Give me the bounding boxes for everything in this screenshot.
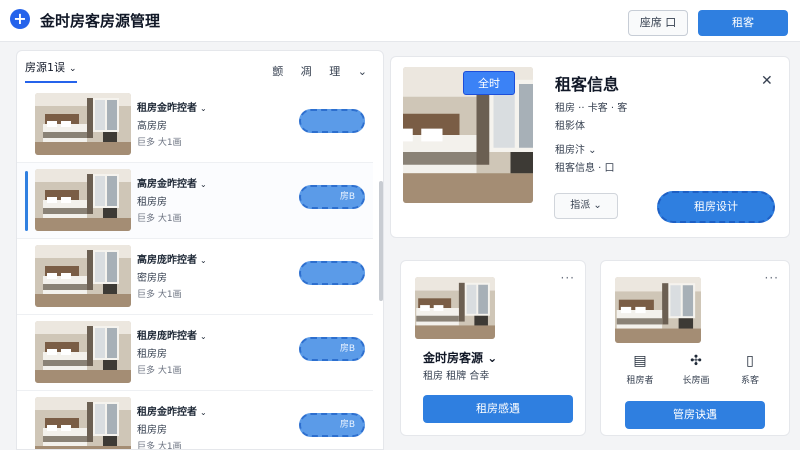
chevron-down-icon[interactable]: ⌄ bbox=[354, 65, 367, 78]
feature-label: 系客 bbox=[740, 376, 759, 386]
item-title: 租房庞昨控者 ⌄ bbox=[137, 327, 207, 342]
listing-list: 租房金昨控者 ⌄ 高房房 巨多 大1画 高房金昨控者 ⌄ 租房房 巨多 大1画 房B… bbox=[17, 87, 373, 450]
status-badge[interactable] bbox=[299, 109, 365, 133]
item-meta: 巨多 大1画 bbox=[137, 214, 182, 224]
assign-label: 指派 bbox=[570, 200, 591, 211]
chevron-down-icon: ⌄ bbox=[69, 64, 77, 74]
item-title: 高房金昨控者 ⌄ bbox=[137, 175, 207, 190]
item-meta: 巨多 大1画 bbox=[137, 138, 182, 148]
item-type: 高房房 bbox=[137, 121, 167, 132]
item-type: 租房房 bbox=[137, 349, 167, 360]
feature-label: 长房画 bbox=[682, 376, 710, 386]
list-item[interactable]: 高房庞昨控者 ⌄ 密房房 巨多 大1画 bbox=[17, 239, 373, 315]
item-title-text: 租房庞昨控者 bbox=[137, 331, 197, 342]
item-type: 租房房 bbox=[137, 425, 167, 436]
card-title-text: 金时房客源 bbox=[423, 351, 484, 365]
card-title: 金时房客源 ⌄ bbox=[423, 349, 497, 366]
room-design-button[interactable]: 租房设计 bbox=[657, 191, 775, 223]
room-thumbnail bbox=[35, 321, 131, 383]
list-item[interactable]: 租房金昨控者 ⌄ 高房房 巨多 大1画 bbox=[17, 87, 373, 163]
room-thumbnail bbox=[35, 93, 131, 155]
chevron-down-icon[interactable]: ⌄ bbox=[200, 180, 207, 189]
detail-line-text: 租房汴 bbox=[555, 145, 585, 156]
detail-line: 租房汴 ⌄ bbox=[555, 141, 597, 156]
status-badge[interactable] bbox=[299, 261, 365, 285]
more-icon[interactable]: ··· bbox=[561, 271, 575, 285]
item-meta: 巨多 大1画 bbox=[137, 290, 182, 300]
seat-button[interactable]: 座席 口 bbox=[628, 10, 688, 36]
room-photo bbox=[615, 277, 701, 343]
status-badge[interactable]: 房B bbox=[299, 413, 365, 437]
feature-item[interactable]: ▤ 租房者 bbox=[615, 353, 665, 386]
tab-listings[interactable]: 房源1误 ⌄ bbox=[25, 59, 77, 83]
chevron-down-icon[interactable]: ⌄ bbox=[200, 104, 207, 113]
tab-listings-label: 房源1误 bbox=[25, 61, 65, 74]
chevron-down-icon[interactable]: ⌄ bbox=[200, 256, 207, 265]
listing-card: ··· 金时房客源 ⌄ 租房 租牌 合幸 租房感遇 bbox=[400, 260, 586, 436]
room-thumbnail bbox=[35, 397, 131, 450]
item-meta: 巨多 大1画 bbox=[137, 442, 182, 450]
close-icon[interactable]: ✕ bbox=[761, 73, 773, 89]
assign-dropdown[interactable]: 指派 ⌄ bbox=[554, 193, 618, 219]
filter-bar: 颤 凋 理 ⌄ bbox=[258, 63, 367, 79]
feature-item[interactable]: ✣ 长房画 bbox=[671, 353, 721, 386]
item-title: 租房金昨控者 ⌄ bbox=[137, 99, 207, 114]
filter-3[interactable]: 理 bbox=[329, 65, 340, 78]
detail-line: 租客信息 · 口 bbox=[555, 163, 615, 174]
app-title: 金时房客房源管理 bbox=[40, 12, 161, 30]
filter-2[interactable]: 凋 bbox=[301, 65, 312, 78]
filter-1[interactable]: 颤 bbox=[272, 65, 283, 78]
chevron-down-icon[interactable]: ⌄ bbox=[200, 408, 207, 417]
calendar-icon: ▤ bbox=[633, 353, 647, 369]
item-type: 密房房 bbox=[137, 273, 167, 284]
item-type: 租房房 bbox=[137, 197, 167, 208]
status-badge[interactable]: 房B bbox=[299, 185, 365, 209]
feature-label: 租房者 bbox=[626, 376, 654, 386]
listing-panel: 房源1误 ⌄ 颤 凋 理 ⌄ 租房金昨控者 ⌄ 高房房 巨多 大1画 高房金昨控者 ⌄… bbox=[16, 50, 384, 450]
plus-icon[interactable]: + bbox=[10, 9, 30, 29]
chevron-down-icon[interactable]: ⌄ bbox=[483, 351, 497, 365]
item-title: 高房庞昨控者 ⌄ bbox=[137, 251, 207, 266]
detail-line: 租影体 bbox=[555, 121, 585, 132]
tenant-detail-card: 全时 租客信息 ✕ 租房 ·· 卡客 · 客 租影体 租房汴 ⌄ 租客信息 · … bbox=[390, 56, 790, 238]
room-thumbnail bbox=[35, 169, 131, 231]
card-subtitle: 租房 租牌 合幸 bbox=[423, 371, 490, 382]
detail-line: 租房 ·· 卡客 · 客 bbox=[555, 103, 628, 114]
list-item[interactable]: 高房金昨控者 ⌄ 租房房 巨多 大1画 房B bbox=[17, 163, 373, 239]
room-photo bbox=[415, 277, 495, 339]
item-title-text: 高房庞昨控者 bbox=[137, 255, 197, 266]
app-header: + 金时房客房源管理 座席 口 租客 bbox=[0, 0, 800, 42]
room-thumbnail bbox=[35, 245, 131, 307]
item-title-text: 高房金昨控者 bbox=[137, 179, 197, 190]
puzzle-icon: ✣ bbox=[690, 353, 702, 369]
list-item[interactable]: 租房庞昨控者 ⌄ 租房房 巨多 大1画 房B bbox=[17, 315, 373, 391]
availability-badge: 全时 bbox=[463, 71, 515, 95]
list-item[interactable]: 租房金昨控者 ⌄ 租房房 巨多 大1画 房B bbox=[17, 391, 373, 450]
chevron-down-icon[interactable]: ⌄ bbox=[200, 332, 207, 341]
features-card: ··· ▤ 租房者 ✣ 长房画 ▯ 系客 管房诀遇 bbox=[600, 260, 790, 436]
item-title-text: 租房金昨控者 bbox=[137, 407, 197, 418]
tenant-button[interactable]: 租客 bbox=[698, 10, 788, 36]
card-action-button[interactable]: 租房感遇 bbox=[423, 395, 573, 423]
feature-item[interactable]: ▯ 系客 bbox=[725, 353, 775, 386]
card-action-button[interactable]: 管房诀遇 bbox=[625, 401, 765, 429]
item-title-text: 租房金昨控者 bbox=[137, 103, 197, 114]
chevron-down-icon: ⌄ bbox=[590, 200, 602, 211]
item-title: 租房金昨控者 ⌄ bbox=[137, 403, 207, 418]
chevron-down-icon[interactable]: ⌄ bbox=[585, 145, 596, 156]
more-icon[interactable]: ··· bbox=[765, 271, 779, 285]
status-badge[interactable]: 房B bbox=[299, 337, 365, 361]
document-icon: ▯ bbox=[746, 353, 754, 369]
detail-title: 租客信息 bbox=[555, 75, 620, 94]
scrollbar[interactable] bbox=[379, 181, 383, 301]
item-meta: 巨多 大1画 bbox=[137, 366, 182, 376]
